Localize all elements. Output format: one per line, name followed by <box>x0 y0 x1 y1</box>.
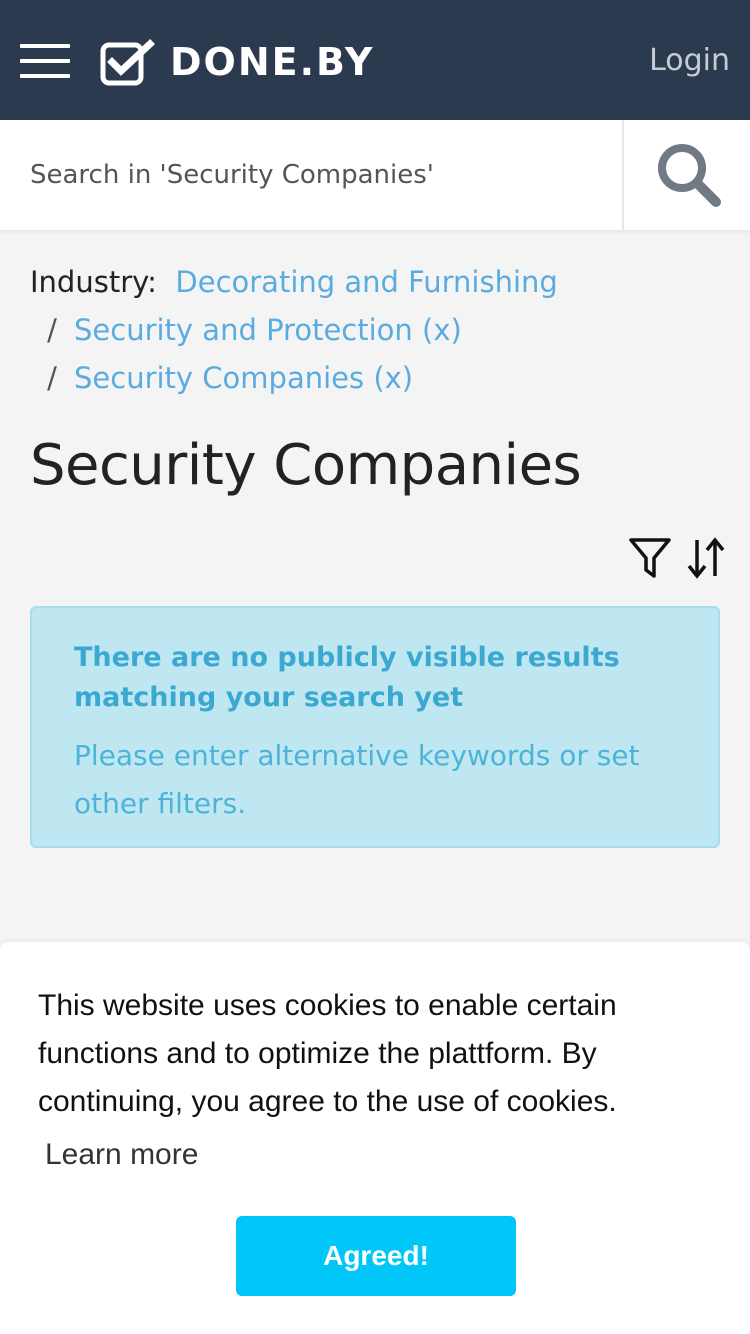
cookie-message: This website uses cookies to enable cert… <box>38 989 617 1118</box>
filter-icon <box>629 538 671 578</box>
brand-name[interactable]: DONE.BY <box>170 38 374 86</box>
search-icon <box>658 144 721 207</box>
breadcrumb-item-security-companies[interactable]: Security Companies (x) <box>74 361 413 395</box>
top-navbar: DONE.BY Login <box>0 0 750 120</box>
agree-button[interactable]: Agreed! <box>236 1216 516 1296</box>
learn-more-link[interactable]: Learn more <box>45 1134 198 1176</box>
alert-body: Please enter alternative keywords or set… <box>74 739 640 820</box>
sort-icon <box>687 537 725 579</box>
search-bar <box>0 120 750 230</box>
login-link[interactable]: Login <box>649 40 730 82</box>
search-input[interactable] <box>0 120 622 230</box>
checkbox-logo-icon[interactable] <box>100 38 156 86</box>
breadcrumb-item-security-protection[interactable]: Security and Protection (x) <box>74 313 462 347</box>
breadcrumb-item-decorating[interactable]: Decorating and Furnishing <box>175 265 557 299</box>
filter-button[interactable] <box>628 536 672 580</box>
breadcrumb-separator: / <box>47 313 57 347</box>
menu-icon[interactable] <box>20 44 70 78</box>
breadcrumb-label: Industry: <box>30 265 157 299</box>
breadcrumb: Industry: Decorating and Furnishing / Sec… <box>30 258 558 402</box>
breadcrumb-separator: / <box>47 361 57 395</box>
sort-button[interactable] <box>686 536 726 580</box>
alert-heading: There are no publicly visible results ma… <box>74 642 620 713</box>
page-title: Security Companies <box>30 433 582 498</box>
no-results-alert: There are no publicly visible results ma… <box>30 606 720 848</box>
search-button[interactable] <box>624 120 750 230</box>
